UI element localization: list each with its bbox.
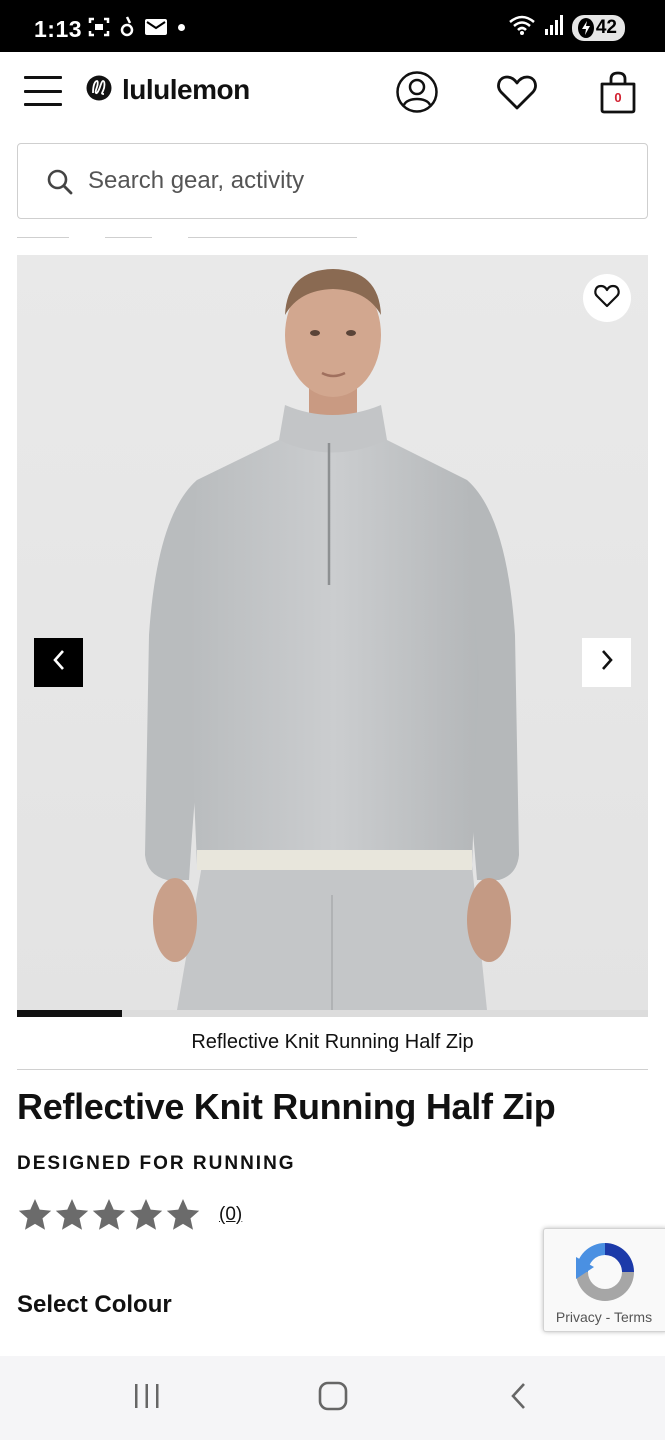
system-navigation-bar bbox=[0, 1356, 665, 1440]
mail-icon bbox=[144, 17, 168, 37]
bag-count-badge: 0 bbox=[614, 90, 622, 105]
previous-image-button[interactable] bbox=[34, 638, 83, 687]
add-to-wishlist-button[interactable] bbox=[583, 274, 631, 322]
recaptcha-separator: - bbox=[601, 1309, 614, 1325]
activity-icon bbox=[120, 16, 134, 38]
product-rating[interactable]: (0) bbox=[17, 1197, 242, 1233]
breadcrumb-placeholder bbox=[105, 237, 152, 238]
recaptcha-icon bbox=[572, 1239, 638, 1310]
lululemon-logo-mark-icon bbox=[86, 75, 112, 106]
star-icon bbox=[129, 1199, 163, 1230]
home-button[interactable] bbox=[313, 1381, 353, 1416]
select-colour-heading: Select Colour bbox=[17, 1291, 172, 1318]
search-input[interactable] bbox=[88, 163, 628, 199]
battery-icon: 42 bbox=[571, 14, 625, 41]
recent-apps-button[interactable] bbox=[127, 1382, 167, 1414]
signal-icon bbox=[544, 14, 564, 41]
screenshot-icon bbox=[88, 16, 110, 38]
account-icon[interactable] bbox=[395, 70, 439, 114]
logo-text: lululemon bbox=[122, 74, 250, 105]
status-time: 1:13 bbox=[34, 16, 83, 42]
lululemon-logo[interactable]: lululemon bbox=[86, 74, 250, 106]
heart-icon bbox=[593, 283, 621, 314]
wishlist-heart-icon[interactable] bbox=[495, 70, 539, 114]
shopping-bag-icon[interactable]: 0 bbox=[598, 70, 638, 114]
recaptcha-badge: Privacy - Terms bbox=[543, 1228, 665, 1332]
battery-level: 42 bbox=[595, 16, 617, 38]
product-image-gallery[interactable] bbox=[17, 255, 648, 1010]
search-icon bbox=[46, 168, 74, 201]
star-icon bbox=[55, 1199, 89, 1230]
star-icon bbox=[166, 1199, 200, 1230]
gallery-progress-bar bbox=[17, 1010, 648, 1017]
dot-icon bbox=[178, 23, 185, 31]
back-button[interactable] bbox=[499, 1382, 539, 1414]
home-icon bbox=[318, 1381, 348, 1416]
menu-icon[interactable] bbox=[24, 76, 62, 106]
back-icon bbox=[509, 1381, 529, 1416]
divider bbox=[17, 1069, 648, 1070]
image-caption: Reflective Knit Running Half Zip bbox=[191, 1031, 474, 1053]
recaptcha-links: Privacy - Terms bbox=[544, 1309, 664, 1325]
wifi-icon bbox=[508, 14, 536, 41]
star-icon bbox=[92, 1199, 126, 1230]
product-title: Reflective Knit Running Half Zip bbox=[17, 1086, 556, 1127]
breadcrumb-placeholder bbox=[188, 237, 357, 238]
search-section bbox=[0, 130, 665, 238]
recent-apps-icon bbox=[132, 1382, 162, 1415]
product-photo bbox=[17, 255, 648, 1010]
recaptcha-terms-link[interactable]: Terms bbox=[614, 1309, 652, 1325]
gallery-progress-fill bbox=[17, 1010, 123, 1017]
search-box[interactable] bbox=[17, 143, 648, 219]
breadcrumb-placeholder bbox=[17, 237, 69, 238]
review-count-link[interactable]: (0) bbox=[219, 1204, 242, 1226]
status-icons-left bbox=[88, 16, 185, 38]
product-activity-label: DESIGNED FOR RUNNING bbox=[17, 1153, 296, 1174]
rating-stars bbox=[17, 1197, 201, 1233]
charging-bolt-icon bbox=[577, 17, 594, 38]
site-header: lululemon 0 bbox=[0, 52, 665, 130]
chevron-left-icon bbox=[51, 648, 67, 677]
recaptcha-privacy-link[interactable]: Privacy bbox=[556, 1309, 602, 1325]
next-image-button[interactable] bbox=[582, 638, 631, 687]
status-bar: 1:13 42 bbox=[0, 0, 665, 52]
chevron-right-icon bbox=[599, 648, 615, 677]
status-icons-right: 42 bbox=[508, 14, 625, 41]
star-icon bbox=[18, 1199, 52, 1230]
